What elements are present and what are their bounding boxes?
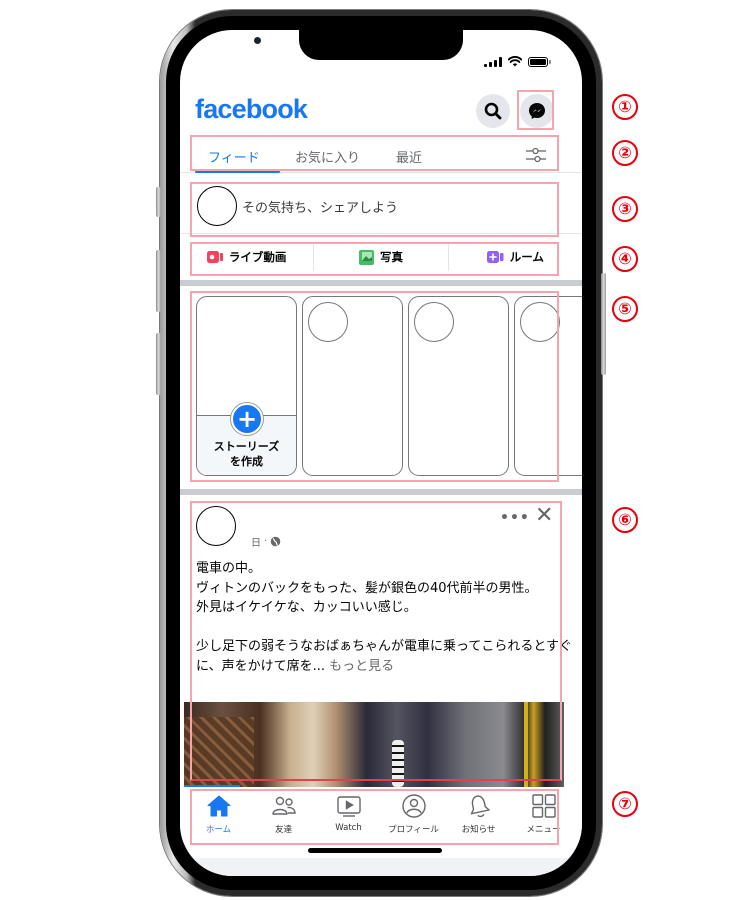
nav-home-label: ホーム — [205, 825, 232, 835]
globe-icon[interactable] — [270, 536, 281, 547]
profile-icon — [401, 794, 426, 818]
post-line-blank — [196, 618, 576, 638]
feed-post: 日 · ••• ✕ 電車の中。 ヴィトンのバックをもった、髪が銀色の40代前半の… — [180, 497, 582, 817]
nav-watch-label: Watch — [335, 823, 362, 833]
signal-icon — [484, 56, 502, 67]
post-text: 電車の中。 ヴィトンのバックをもった、髪が銀色の40代前半の男性。 外見はイケイ… — [196, 559, 576, 676]
search-button[interactable] — [476, 94, 510, 128]
volume-up-button — [156, 250, 161, 312]
post-photo[interactable] — [184, 702, 564, 787]
annotation-number-5: ⑤ — [612, 296, 638, 322]
nav-notifications[interactable]: お知らせ — [446, 787, 511, 843]
status-bar — [484, 56, 551, 67]
meta-separator: · — [264, 536, 268, 547]
story-card[interactable] — [302, 296, 403, 476]
tab-feed[interactable]: フィード — [208, 147, 260, 166]
annotation-number-4: ④ — [612, 246, 638, 272]
stories-tray: + ストーリーズ を作成 — [180, 289, 582, 479]
live-video-icon — [206, 251, 223, 263]
nav-notifications-label: お知らせ — [461, 825, 496, 835]
annotation-number-2: ② — [612, 140, 638, 166]
photo-icon — [358, 249, 374, 265]
see-more-link[interactable]: もっと見る — [329, 659, 394, 674]
post-time[interactable]: 日 — [251, 534, 261, 549]
nav-profile[interactable]: プロフィール — [381, 787, 446, 843]
post-more-button[interactable]: ••• — [500, 510, 530, 526]
story-avatar — [308, 302, 348, 342]
volume-down-button — [156, 333, 161, 395]
add-story-plus-icon[interactable]: + — [231, 403, 263, 435]
composer-actions: ライブ動画 写真 ルーム — [180, 239, 582, 275]
post-line: ヴィトンのバックをもった、髪が銀色の40代前半の男性。 — [196, 580, 538, 596]
friends-icon — [271, 796, 296, 815]
nav-friends-label: 友達 — [274, 825, 292, 835]
tab-favorites[interactable]: お気に入り — [295, 147, 360, 166]
home-indicator[interactable] — [308, 848, 442, 853]
nav-menu[interactable]: メニュー — [511, 787, 576, 843]
user-avatar[interactable] — [197, 186, 237, 226]
camera — [254, 37, 261, 44]
post-line-last: 少し足下の弱そうなおばぁちゃんが電車に乗ってこられるとすぐに、声をかけて席を..… — [196, 637, 576, 676]
screen: facebook フィード お気に入り 最近 その気持ち、シェアしよう ライブ動… — [180, 30, 582, 876]
battery-icon — [528, 56, 551, 67]
active-tab-indicator — [195, 170, 280, 173]
post-author-avatar[interactable] — [196, 506, 236, 546]
messenger-icon — [529, 103, 545, 119]
home-icon — [207, 795, 230, 817]
annotation-number-1: ① — [612, 94, 638, 120]
room-label: ルーム — [509, 250, 544, 264]
post-close-button[interactable]: ✕ — [535, 505, 553, 527]
silent-switch — [156, 187, 161, 217]
live-video-button[interactable]: ライブ動画 — [180, 243, 315, 271]
filter-settings-icon[interactable] — [525, 146, 547, 164]
search-icon — [484, 102, 502, 120]
annotation-number-7: ⑦ — [612, 791, 638, 817]
composer-placeholder[interactable]: その気持ち、シェアしよう — [242, 197, 398, 216]
live-video-label: ライブ動画 — [228, 250, 287, 264]
photo-label: 写真 — [379, 250, 403, 264]
facebook-logo[interactable]: facebook — [195, 94, 308, 125]
post-line: 外見はイケイケな、カッコいい感じ。 — [196, 600, 417, 615]
section-divider — [180, 280, 582, 286]
watch-icon — [336, 796, 361, 817]
bottom-navigation: ホーム 友達 Watch プロフィール お知らせ メニュー — [180, 787, 582, 843]
photo-detail-umbrella — [392, 740, 404, 787]
section-divider — [180, 489, 582, 495]
create-story-label: ストーリーズ を作成 — [197, 439, 296, 469]
photo-button[interactable]: 写真 — [314, 243, 449, 271]
story-card[interactable] — [514, 296, 582, 476]
messenger-button[interactable] — [520, 94, 554, 128]
tab-recent[interactable]: 最近 — [396, 147, 422, 166]
create-story-label-line1: ストーリーズ — [213, 440, 280, 453]
room-icon — [486, 251, 504, 263]
nav-watch[interactable]: Watch — [316, 787, 381, 843]
bell-icon — [470, 795, 490, 818]
nav-home[interactable]: ホーム — [186, 787, 251, 843]
screen-bottom-area — [180, 858, 582, 876]
story-card[interactable] — [408, 296, 509, 476]
nav-friends[interactable]: 友達 — [251, 787, 316, 843]
photo-detail-pole — [524, 702, 528, 787]
create-story-label-line2: を作成 — [230, 455, 263, 468]
annotation-number-3: ③ — [612, 196, 638, 222]
room-button[interactable]: ルーム — [449, 243, 582, 271]
story-avatar — [414, 302, 454, 342]
nav-menu-label: メニュー — [526, 825, 561, 835]
story-avatar — [520, 302, 560, 342]
create-story-card[interactable]: + ストーリーズ を作成 — [196, 296, 297, 476]
feed-tabs: フィード お気に入り 最近 — [180, 137, 582, 173]
power-button — [601, 273, 606, 375]
post-line: 電車の中。 — [196, 561, 262, 576]
menu-grid-icon — [531, 794, 556, 818]
notch — [254, 30, 463, 60]
annotation-number-6: ⑥ — [612, 507, 638, 533]
photo-detail-bag — [184, 717, 254, 787]
nav-profile-label: プロフィール — [388, 825, 439, 835]
wifi-icon — [508, 56, 522, 67]
post-meta: 日 · — [251, 534, 281, 549]
status-composer[interactable]: その気持ち、シェアしよう — [180, 178, 582, 234]
app-header: facebook — [180, 92, 582, 132]
